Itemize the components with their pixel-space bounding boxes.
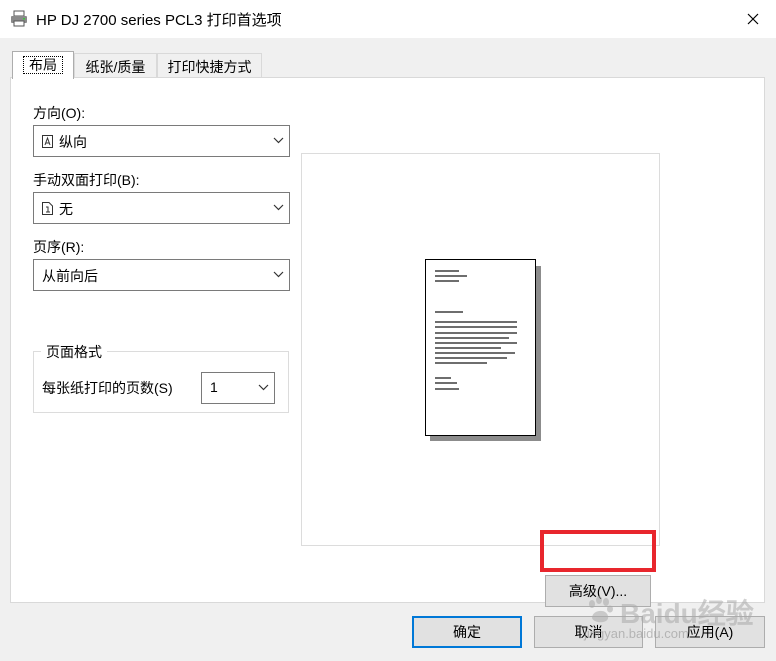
duplex-value: 无 [42,199,73,219]
tab-label: 布局 [23,56,63,74]
ok-button[interactable]: 确定 [412,616,522,648]
page-format-title: 页面格式 [41,342,107,362]
page-preview [301,153,660,546]
tab-label: 打印快捷方式 [167,59,252,75]
window-title: HP DJ 2700 series PCL3 打印首选项 [36,12,282,29]
highlight-box [540,530,656,572]
orientation-value-text: 纵向 [59,134,87,150]
single-page-icon [42,202,53,215]
orientation-value: 纵向 [42,132,87,152]
pages-per-sheet-value: 1 [210,379,218,395]
chevron-down-icon [258,384,269,391]
cancel-button[interactable]: 取消 [534,616,643,648]
page-order-value: 从前向后 [42,268,98,284]
pages-per-sheet-select[interactable]: 1 [201,372,275,404]
page-order-select[interactable]: 从前向后 [33,259,290,291]
page-order-label: 页序(R): [33,239,85,255]
orientation-label: 方向(O): [33,105,86,121]
chevron-down-icon [273,137,284,144]
duplex-value-text: 无 [59,201,73,217]
tab-label: 纸张/质量 [85,59,146,75]
pages-per-sheet-label: 每张纸打印的页数(S) [42,380,173,396]
tab-panel-layout: 方向(O): 纵向 手动双面打印(B): 无 页序(R): 从前向后 页面格式 … [10,77,765,607]
apply-button[interactable]: 应用(A) [655,616,765,648]
chevron-down-icon [273,204,284,211]
chevron-down-icon [273,271,284,278]
orientation-select[interactable]: 纵向 [33,125,290,157]
tab-layout[interactable]: 布局 [12,51,74,79]
tab-print-shortcuts[interactable]: 打印快捷方式 [157,53,262,79]
close-icon [747,13,759,25]
tab-paper-quality[interactable]: 纸张/质量 [74,53,157,79]
close-button[interactable] [730,0,776,38]
printer-icon [11,10,27,27]
title-bar: HP DJ 2700 series PCL3 打印首选项 [0,0,776,38]
portrait-page-icon [42,135,53,148]
duplex-label: 手动双面打印(B): [33,172,140,188]
advanced-button[interactable]: 高级(V)... [545,575,651,607]
page-preview-sheet [425,259,536,436]
dialog-body: 布局 纸张/质量 打印快捷方式 方向(O): 纵向 手动双面打印(B): 无 页… [0,38,776,661]
duplex-select[interactable]: 无 [33,192,290,224]
